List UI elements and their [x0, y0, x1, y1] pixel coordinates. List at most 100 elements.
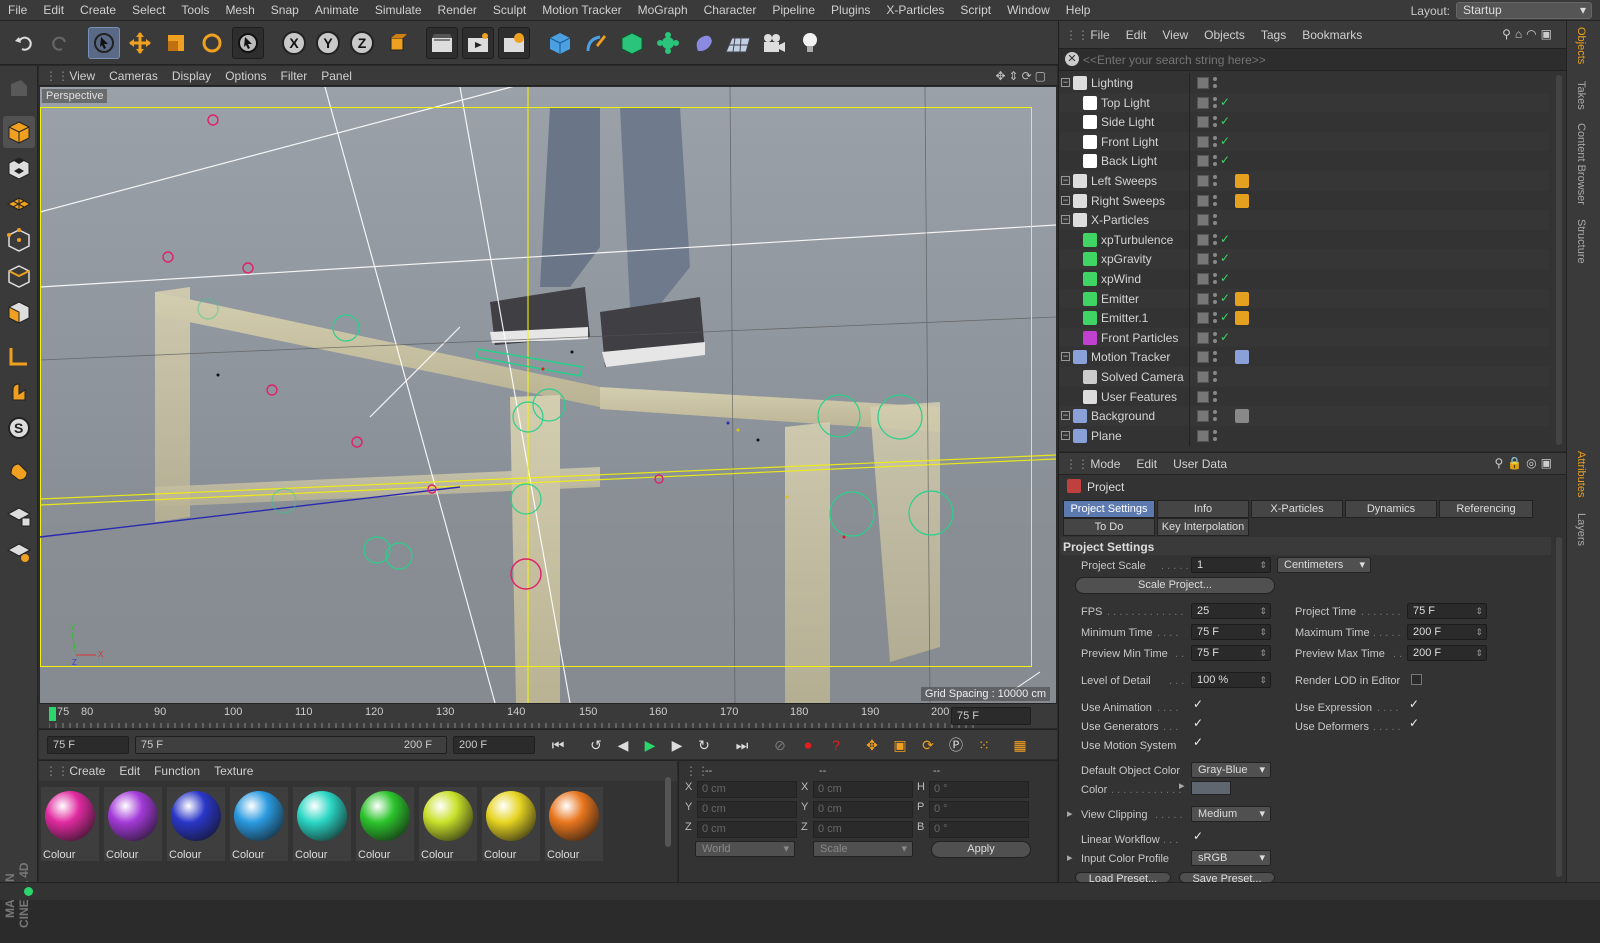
snap-icon[interactable]: S [3, 412, 35, 444]
cloner-icon[interactable] [652, 27, 684, 59]
menu-mograph[interactable]: MoGraph [630, 0, 696, 21]
perspective-viewport[interactable]: X Y Z Perspective Grid Spacing : 10000 c… [40, 87, 1056, 703]
menu-help[interactable]: Help [1058, 0, 1099, 21]
coord-mode-dropdown[interactable]: World [695, 841, 795, 857]
layer-icon[interactable] [1197, 429, 1209, 442]
visibility-dots-icon[interactable] [1213, 134, 1217, 150]
object-name[interactable]: Background [1091, 409, 1155, 423]
enabled-check-icon[interactable]: ✓ [1220, 95, 1230, 109]
next-frame-icon[interactable]: ▶ [666, 734, 688, 756]
fps-field[interactable]: 25 [1191, 603, 1271, 619]
record-active-icon[interactable]: ⊘ [769, 734, 791, 756]
model-mode-icon[interactable] [3, 116, 35, 148]
cube-icon[interactable] [544, 27, 576, 59]
tab-x-particles[interactable]: X-Particles [1251, 500, 1343, 518]
previous-frame-icon[interactable]: ◀ [612, 734, 634, 756]
material-item[interactable]: Colour [356, 787, 414, 861]
visibility-dots-icon[interactable] [1213, 251, 1217, 267]
tab-layers[interactable]: Layers [1575, 513, 1587, 546]
visibility-dots-icon[interactable] [1213, 291, 1217, 307]
material-item[interactable]: Colour [482, 787, 540, 861]
visibility-dots-icon[interactable] [1213, 408, 1217, 424]
viewport-camera-label[interactable]: Perspective [42, 89, 108, 103]
viewport-navigation-icons[interactable]: ✥⇕⟳▢ [995, 69, 1049, 83]
project-time-field[interactable]: 75 F [1407, 603, 1487, 619]
previous-key-icon[interactable]: ↺ [585, 734, 607, 756]
panel-grip-icon[interactable]: ⋮⋮ [39, 69, 69, 83]
object-name[interactable]: Back Light [1101, 154, 1157, 168]
menu-script[interactable]: Script [952, 0, 999, 21]
menu-render[interactable]: Render [430, 0, 485, 21]
visibility-dots-icon[interactable] [1213, 232, 1217, 248]
layer-icon[interactable] [1197, 116, 1209, 129]
menu-create[interactable]: Create [72, 0, 124, 21]
enabled-check-icon[interactable]: ✓ [1220, 310, 1230, 324]
tweak-mode-icon[interactable] [3, 376, 35, 408]
attribute-scrollbar[interactable] [1556, 537, 1562, 877]
x-axis-lock-button[interactable]: X [278, 27, 310, 59]
menu-pipeline[interactable]: Pipeline [764, 0, 823, 21]
object-name[interactable]: Emitter [1101, 292, 1139, 306]
menu-x-particles[interactable]: X-Particles [878, 0, 952, 21]
object-name[interactable]: xpTurbulence [1101, 233, 1173, 247]
viewport-menu-display[interactable]: Display [165, 66, 218, 86]
object-name[interactable]: Front Light [1101, 135, 1158, 149]
layout-dropdown[interactable]: Startup [1456, 2, 1592, 19]
object-row[interactable]: − Left Sweeps [1059, 171, 1549, 191]
attribute-menu-edit[interactable]: Edit [1128, 453, 1165, 475]
layer-icon[interactable] [1197, 175, 1209, 187]
tab-objects[interactable]: Objects [1575, 27, 1587, 64]
project-scale-unit-dropdown[interactable]: Centimeters [1277, 557, 1371, 573]
project-scale-field[interactable]: 1 [1191, 557, 1271, 573]
color-expand-arrow[interactable]: ▸ [1179, 779, 1185, 792]
material-scrollbar[interactable] [665, 777, 671, 847]
object-search-input[interactable] [1083, 51, 1553, 69]
visibility-dots-icon[interactable] [1213, 330, 1217, 346]
record-pla-icon[interactable]: ⁙ [973, 734, 995, 756]
tab-structure[interactable]: Structure [1575, 219, 1587, 264]
preview-min-time-field[interactable]: 75 F [1191, 645, 1271, 661]
edges-mode-icon[interactable] [3, 260, 35, 292]
clear-search-icon[interactable]: ✕ [1065, 52, 1079, 66]
object-row[interactable]: Top Light ✓ [1059, 92, 1549, 113]
viewport-menu-filter[interactable]: Filter [274, 66, 315, 86]
layer-icon[interactable] [1197, 390, 1209, 403]
coord-position-field[interactable]: 0 cm [697, 801, 797, 818]
menu-tools[interactable]: Tools [173, 0, 217, 21]
object-menu-file[interactable]: File [1082, 21, 1117, 49]
frame-range-slider[interactable]: 75 F 200 F [135, 736, 447, 754]
menu-plugins[interactable]: Plugins [823, 0, 878, 21]
object-row[interactable]: Front Light ✓ [1059, 131, 1549, 152]
tab-project-settings[interactable]: Project Settings [1063, 500, 1155, 518]
expand-toggle-icon[interactable]: − [1061, 176, 1070, 185]
view-clipping-dropdown[interactable]: Medium [1191, 806, 1271, 822]
planar-workplane-icon[interactable] [3, 536, 35, 568]
object-name[interactable]: Plane [1091, 429, 1122, 443]
object-scrollbar[interactable] [1556, 75, 1562, 445]
default-object-color-dropdown[interactable]: Gray-Blue [1191, 762, 1271, 778]
enabled-check-icon[interactable]: ✓ [1220, 271, 1230, 285]
tag-icon[interactable] [1235, 193, 1249, 208]
tab-key-interpolation[interactable]: Key Interpolation [1157, 518, 1249, 536]
enabled-check-icon[interactable]: ✓ [1220, 251, 1230, 265]
menu-snap[interactable]: Snap [263, 0, 307, 21]
menu-sculpt[interactable]: Sculpt [485, 0, 534, 21]
visibility-dots-icon[interactable] [1213, 369, 1217, 385]
pen-spline-icon[interactable] [580, 27, 612, 59]
material-menu-function[interactable]: Function [147, 761, 207, 781]
menu-file[interactable]: File [0, 0, 35, 21]
panel-grip-icon[interactable]: ⋮⋮ [1059, 457, 1089, 471]
viewport-menu-panel[interactable]: Panel [314, 66, 359, 86]
object-name[interactable]: Top Light [1101, 96, 1150, 110]
layer-icon[interactable] [1197, 96, 1209, 109]
object-name[interactable]: Solved Camera [1101, 370, 1184, 384]
enabled-check-icon[interactable]: ✓ [1220, 114, 1230, 128]
use-deformers-checkbox[interactable]: ✓ [1409, 717, 1421, 730]
menu-window[interactable]: Window [999, 0, 1058, 21]
apply-button[interactable]: Apply [931, 841, 1031, 858]
render-lod-checkbox[interactable] [1411, 674, 1422, 685]
visibility-dots-icon[interactable] [1213, 153, 1217, 169]
panel-grip-icon[interactable]: ⋮⋮ [39, 764, 69, 778]
object-name[interactable]: Front Particles [1101, 331, 1178, 345]
coord-size-field[interactable]: 0 cm [813, 821, 913, 838]
